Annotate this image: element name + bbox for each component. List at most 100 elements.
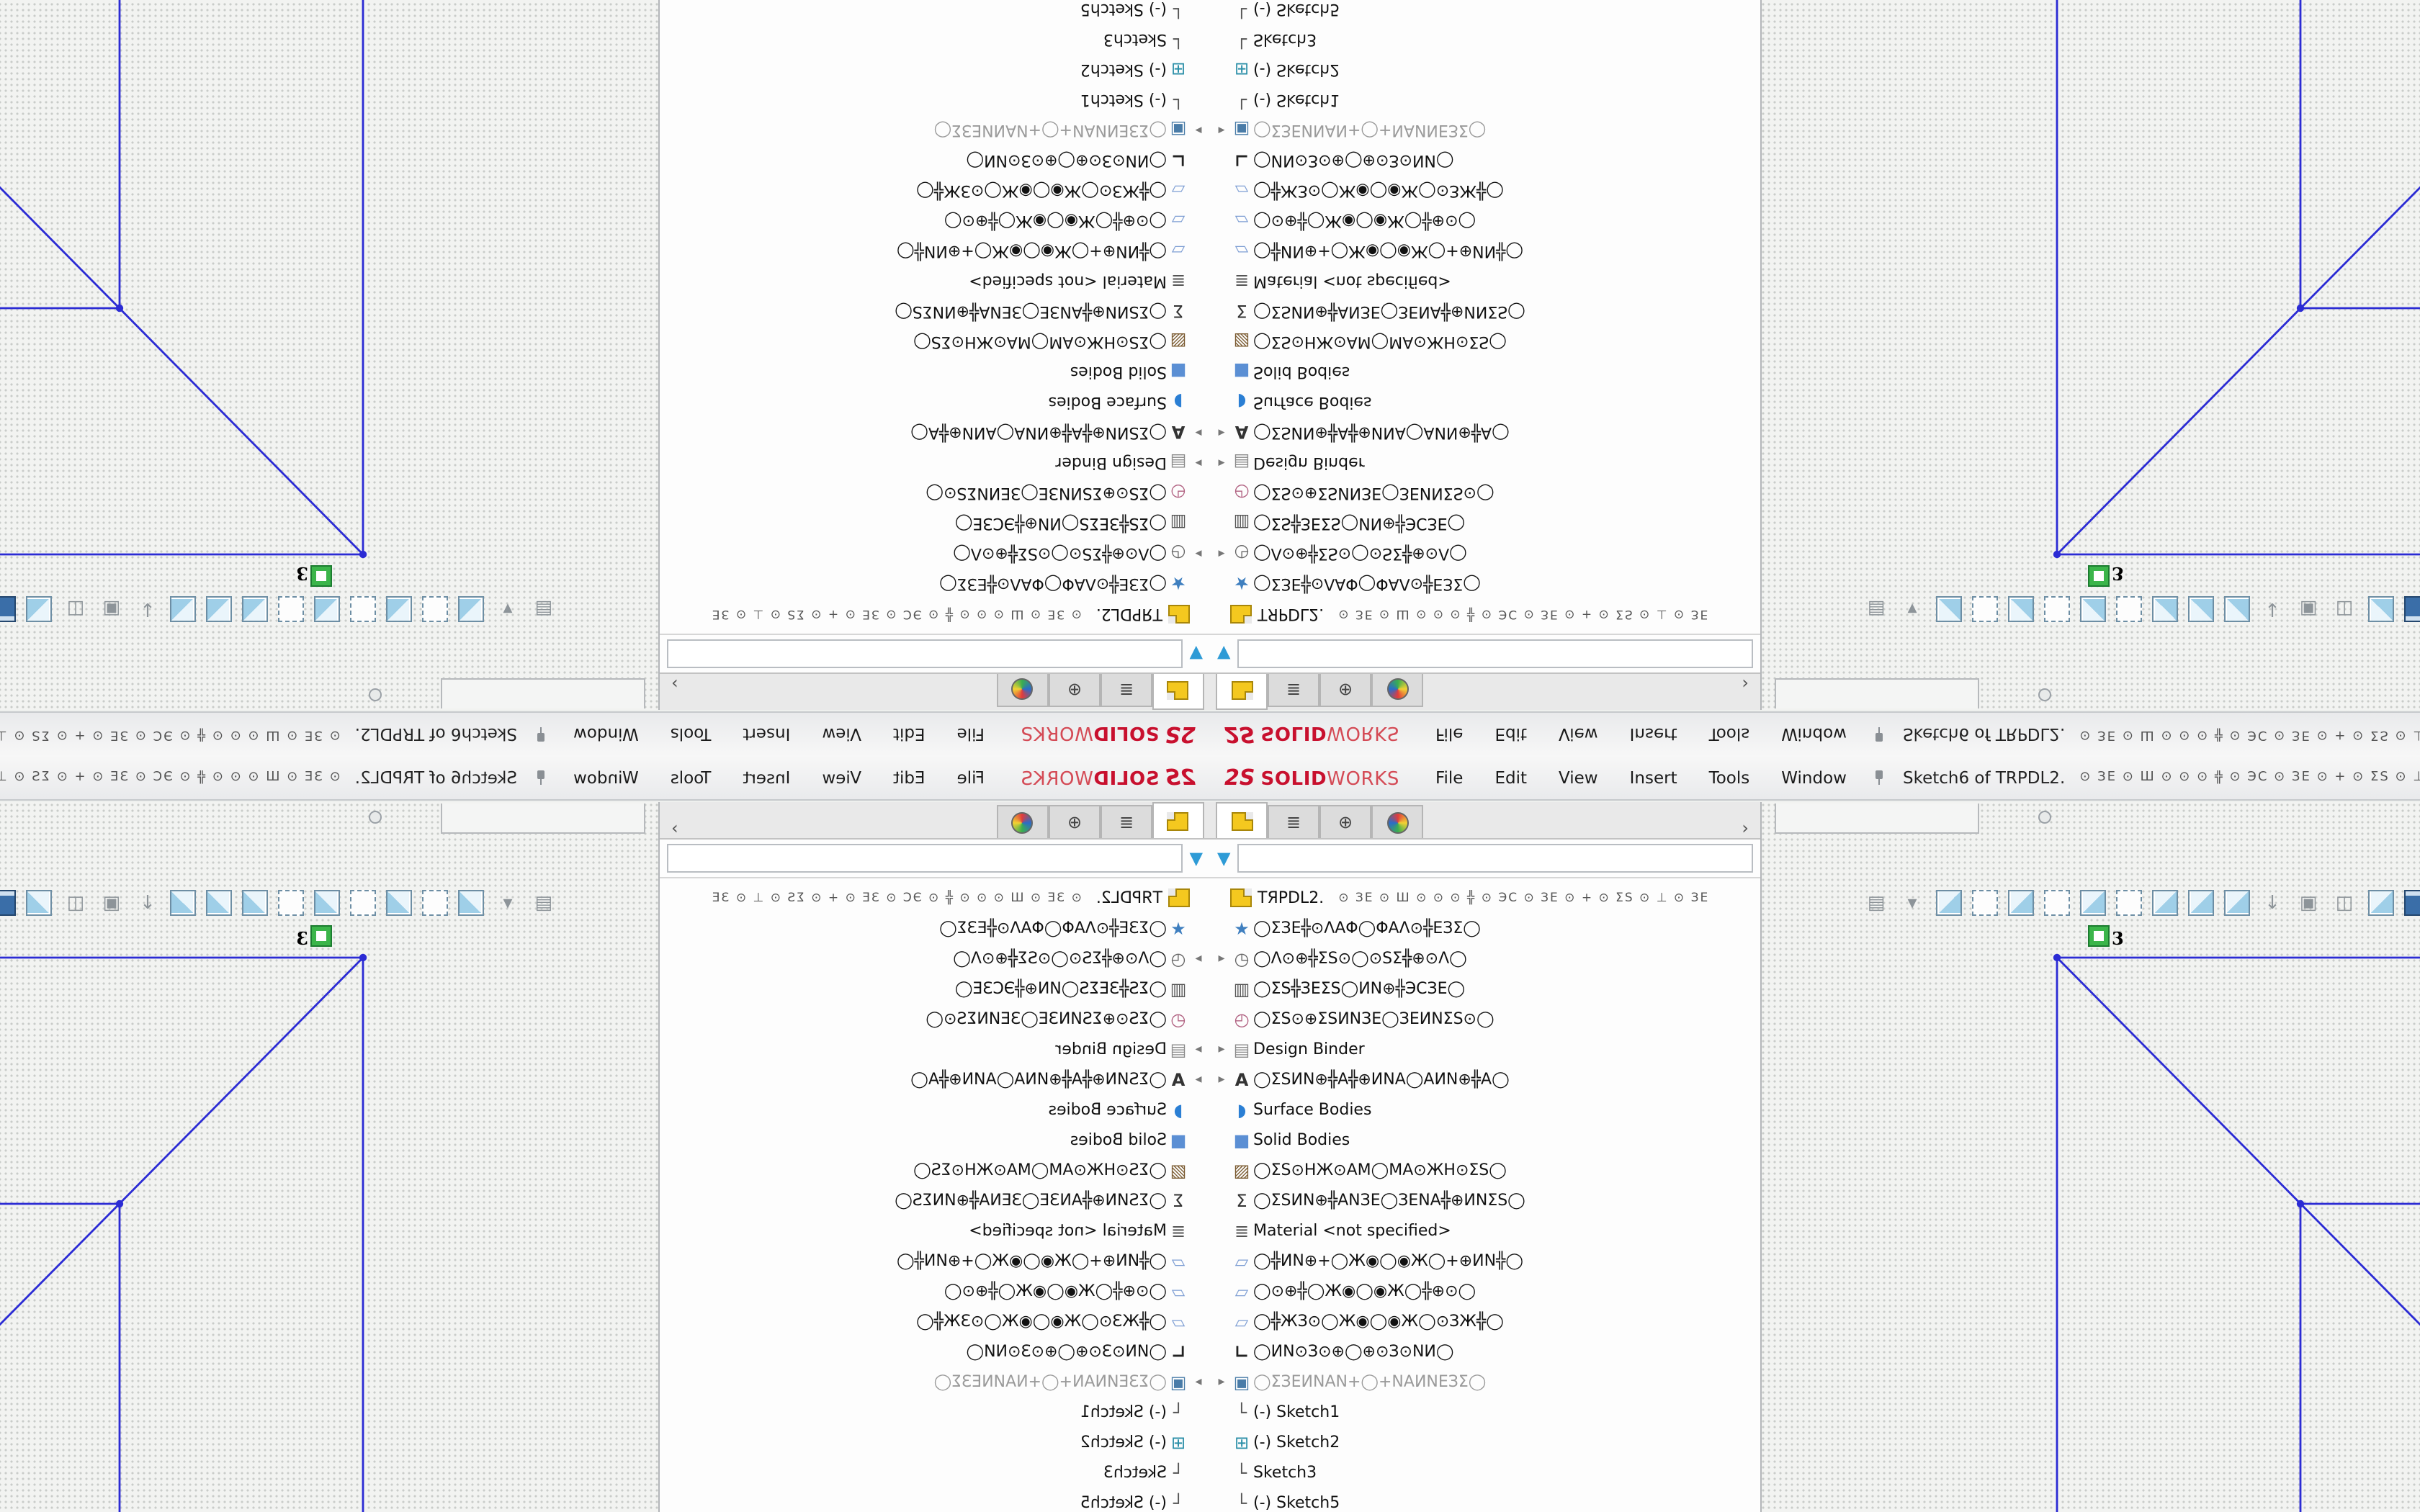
- tree-item[interactable]: ◯ΣS⊙⊕ΣSИΝЗЕ◯ЗЕИΝΣS⊙◯: [660, 478, 1207, 508]
- featuremanager-tab[interactable]: ⊕: [1049, 674, 1101, 707]
- tree-root[interactable]: TЯPDL2. ⊙ ЗЕ ⊙ Ш ⊙ ⊙ ⊙ ╬ ⊙ ЭС ⊙ ЗЕ ⊙ + ⊙…: [1213, 883, 1760, 913]
- view-toolbar-icon[interactable]: ▾: [1894, 884, 1930, 922]
- tree-item[interactable]: Design Binder: [1213, 1034, 1760, 1064]
- featuremanager-tab[interactable]: ≣: [1101, 805, 1152, 838]
- pin-icon[interactable]: [534, 770, 549, 785]
- view-toolbar-icon[interactable]: [2038, 884, 2074, 922]
- view-toolbar-icon[interactable]: [1966, 590, 2002, 628]
- tree-item[interactable]: ◯ΣS⊙НЖ⊙ΑΜ◯ΜΑ⊙ЖН⊙ΣS◯: [660, 1155, 1207, 1185]
- tree-item[interactable]: Design Binder: [1213, 448, 1760, 478]
- view-toolbar-icon[interactable]: [2002, 590, 2038, 628]
- view-toolbar-icon[interactable]: [2074, 590, 2110, 628]
- expander-icon[interactable]: [1213, 951, 1230, 966]
- tree-item[interactable]: ◯ΣS⊙НЖ⊙ΑΜ◯ΜΑ⊙ЖН⊙ΣS◯: [660, 327, 1207, 357]
- expander-icon[interactable]: [1190, 456, 1207, 470]
- tree-item[interactable]: Solid Bodies: [660, 357, 1207, 387]
- view-toolbar-icon[interactable]: ↓: [130, 884, 166, 922]
- menu-item[interactable]: Insert: [727, 768, 806, 788]
- menu-item[interactable]: View: [1543, 724, 1614, 744]
- menu-item[interactable]: File: [941, 768, 1001, 788]
- view-toolbar-icon[interactable]: [22, 590, 58, 628]
- view-toolbar-icon[interactable]: [382, 590, 418, 628]
- menu-item[interactable]: Insert: [1614, 768, 1693, 788]
- view-toolbar-icon[interactable]: [454, 884, 490, 922]
- featuremanager-tab[interactable]: [997, 805, 1049, 838]
- menu-item[interactable]: Tools: [655, 768, 727, 788]
- tree-item[interactable]: ◯╬ЖЗ⊙◯Ж◉◯◉Ж◯⊙ЗЖ╬◯: [660, 176, 1207, 206]
- view-toolbar-icon[interactable]: [2110, 590, 2146, 628]
- tree-item[interactable]: Material <not specified>: [660, 266, 1207, 297]
- quick-access-toolbar[interactable]: ⊙ ЗЕ ⊙ Ш ⊙ ⊙ ⊙ ╬ ⊙ ЭС ⊙ ЗЕ ⊙ + ⊙ ΣS ⊙ ⊥ …: [0, 770, 341, 785]
- view-toolbar-icon[interactable]: ▣: [2290, 884, 2326, 922]
- tree-item[interactable]: (-) Sketch5: [1213, 1488, 1760, 1512]
- menu-item[interactable]: File: [941, 724, 1001, 744]
- menu-item[interactable]: Window: [1765, 768, 1863, 788]
- expander-icon[interactable]: [1213, 456, 1230, 470]
- quick-access-toolbar[interactable]: ⊙ ЗЕ ⊙ Ш ⊙ ⊙ ⊙ ╬ ⊙ ЭС ⊙ ЗЕ ⊙ + ⊙ ΣS ⊙ ⊥ …: [2079, 727, 2420, 742]
- sketch-lines[interactable]: [2057, 0, 2420, 554]
- tree-item[interactable]: Solid Bodies: [660, 1125, 1207, 1155]
- view-toolbar-icon[interactable]: ▣: [94, 884, 130, 922]
- sketch-lines[interactable]: [0, 0, 363, 554]
- tree-item[interactable]: ◯╬ИΝ⊕+◯Ж◉◯◉Ж◯+⊕ИΝ╬◯: [1213, 1246, 1760, 1276]
- tree-item[interactable]: (-) Sketch1: [1213, 1397, 1760, 1427]
- tree-item[interactable]: ◯ΣЗЕ╬⊙ΛΑΦ◯ΦΑΛ⊙╬ЕЗΣ◯: [660, 569, 1207, 599]
- view-toolbar-icon[interactable]: [0, 590, 22, 628]
- tree-item[interactable]: Solid Bodies: [1213, 1125, 1760, 1155]
- tree-item[interactable]: Solid Bodies: [1213, 357, 1760, 387]
- tree-item[interactable]: (-) Sketch5: [1213, 0, 1760, 24]
- menu-item[interactable]: Edit: [877, 724, 941, 744]
- tree-item[interactable]: ◯Λ⊙⊕╬ΣS⊙◯⊙SΣ╬⊕⊙Λ◯: [1213, 943, 1760, 973]
- tree-item[interactable]: Surface Bodies: [1213, 387, 1760, 418]
- view-toolbar-icon[interactable]: [2002, 884, 2038, 922]
- menu-item[interactable]: View: [806, 724, 877, 744]
- tree-item[interactable]: ◯ΣS⊙НЖ⊙ΑΜ◯ΜΑ⊙ЖН⊙ΣS◯: [1213, 1155, 1760, 1185]
- tree-item[interactable]: ◯ΣS╬ЗЕΣS◯ИΝ⊕╬ЭСЗЕ◯: [1213, 973, 1760, 1004]
- featuremanager-tab[interactable]: [1152, 802, 1204, 838]
- view-toolbar-icon[interactable]: [2146, 590, 2182, 628]
- tree-item[interactable]: ◯╬ЖЗ⊙◯Ж◉◯◉Ж◯⊙ЗЖ╬◯: [660, 1306, 1207, 1336]
- expander-icon[interactable]: [1213, 123, 1230, 138]
- view-toolbar-icon[interactable]: ◫: [58, 884, 94, 922]
- pin-icon[interactable]: [1871, 727, 1886, 742]
- expander-icon[interactable]: [1190, 1374, 1207, 1389]
- tree-item[interactable]: ◯ΣS╬ЗЕΣS◯ИΝ⊕╬ЭСЗЕ◯: [1213, 508, 1760, 539]
- tree-item[interactable]: ◯╬ИΝ⊕+◯Ж◉◯◉Ж◯+⊕ИΝ╬◯: [1213, 236, 1760, 266]
- view-toolbar-icon[interactable]: ▤: [526, 884, 562, 922]
- view-toolbar-icon[interactable]: ◫: [2326, 590, 2362, 628]
- tree-item[interactable]: ◯ΣЗЕ╬⊙ΛΑΦ◯ΦΑΛ⊙╬ЕЗΣ◯: [1213, 913, 1760, 943]
- expander-icon[interactable]: [1190, 951, 1207, 966]
- relation-badges[interactable]: 3 3 109 109: [2089, 926, 2420, 1512]
- view-toolbar-icon[interactable]: [0, 884, 22, 922]
- view-toolbar-icon[interactable]: [238, 590, 274, 628]
- view-toolbar-icon[interactable]: [418, 590, 454, 628]
- tree-item[interactable]: ◯Λ⊙⊕╬ΣS⊙◯⊙SΣ╬⊕⊙Λ◯: [660, 943, 1207, 973]
- view-toolbar-icon[interactable]: [2362, 884, 2398, 922]
- view-toolbar-icon[interactable]: [274, 590, 310, 628]
- view-toolbar-icon[interactable]: [2182, 590, 2218, 628]
- tree-item[interactable]: (-) Sketch2: [660, 1427, 1207, 1457]
- menu-item[interactable]: Edit: [877, 768, 941, 788]
- expander-icon[interactable]: [1213, 426, 1230, 440]
- expander-icon[interactable]: [1213, 1374, 1230, 1389]
- tree-item[interactable]: ◯ΣSИΝ⊕╬ΑΝЗЕ◯ЗЕΝΑ╬⊕ИΝΣS◯: [660, 297, 1207, 327]
- filter-input[interactable]: [667, 844, 1183, 873]
- view-toolbar-icon[interactable]: [2398, 590, 2420, 628]
- menu-item[interactable]: Window: [1765, 724, 1863, 744]
- view-toolbar-icon[interactable]: [22, 884, 58, 922]
- view-toolbar-icon[interactable]: [2038, 590, 2074, 628]
- pin-icon[interactable]: [1871, 770, 1886, 785]
- view-toolbar-icon[interactable]: ▣: [94, 590, 130, 628]
- menu-item[interactable]: View: [806, 768, 877, 788]
- tree-item[interactable]: ◯ΣSИΝ⊕╬Α╬⊕ИΝΑ◯ΑИΝ⊕╬Α◯: [1213, 1064, 1760, 1094]
- view-toolbar-icon[interactable]: [346, 884, 382, 922]
- tree-item[interactable]: ◯ИΝ⊙З⊙⊕◯⊕⊙З⊙ΝИ◯: [1213, 145, 1760, 176]
- featuremanager-tab[interactable]: ≣: [1101, 674, 1152, 707]
- menu-item[interactable]: Edit: [1479, 724, 1543, 744]
- view-toolbar-icon[interactable]: [1966, 884, 2002, 922]
- tree-item[interactable]: ◯⊙⊕╬◯Ж◉◯◉Ж◯╬⊕⊙◯: [1213, 206, 1760, 236]
- tree-item[interactable]: ◯ΣЗЕ╬⊙ΛΑΦ◯ΦΑΛ⊙╬ЕЗΣ◯: [1213, 569, 1760, 599]
- expander-icon[interactable]: [1213, 1072, 1230, 1086]
- view-toolbar-icon[interactable]: [238, 884, 274, 922]
- view-toolbar-icon[interactable]: ▾: [490, 884, 526, 922]
